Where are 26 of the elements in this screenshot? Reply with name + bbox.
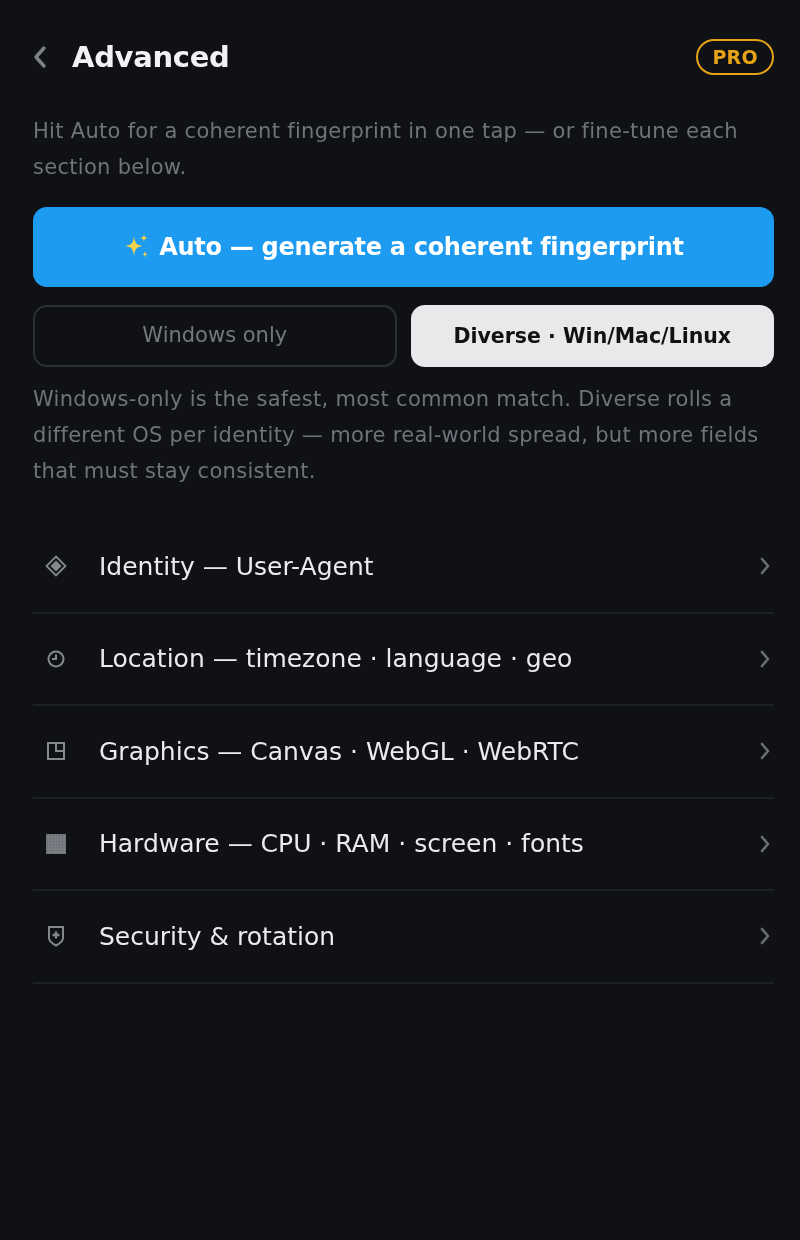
section-label: Location — timezone · language · geo	[99, 643, 574, 675]
chevron-right-icon	[760, 557, 770, 576]
section-label: Security & rotation	[99, 920, 337, 953]
window-icon	[45, 740, 67, 763]
chevron-right-icon	[760, 649, 770, 668]
chevron-right-icon	[760, 927, 770, 946]
chevron-right-icon	[760, 742, 770, 761]
back-icon[interactable]	[33, 45, 47, 69]
pro-badge: PRO	[696, 39, 774, 75]
diamond-icon	[45, 555, 67, 578]
shield-plus-icon	[45, 925, 67, 948]
section-row[interactable]: Hardware — CPU · RAM · screen · fonts	[33, 798, 774, 891]
section-row[interactable]: Graphics — Canvas · WebGL · WebRTC	[33, 706, 774, 799]
section-row[interactable]: Identity — User-Agent	[33, 521, 774, 614]
intro-text: Hit Auto for a coherent fingerprint in one tap — or fine-tune each section below.	[33, 118, 739, 181]
grid-icon	[45, 832, 67, 855]
section-row[interactable]: Security & rotation	[33, 891, 774, 984]
page-title: Advanced	[72, 39, 230, 76]
os-mode-note: Windows-only is the safest, most common match. Diverse rolls a different OS per identity — more real-world spread, but more fields that must stay consistent.	[33, 386, 760, 485]
os-mode-toggle[interactable]: Diverse · Win/Mac/Linux	[410, 305, 774, 367]
section-label: Graphics — Canvas · WebGL · WebRTC	[99, 735, 580, 768]
section-label: Identity — User-Agent	[99, 550, 375, 583]
section-row[interactable]: Location — timezone · language · geo	[33, 613, 774, 706]
os-mode-toggle[interactable]: Windows only	[33, 305, 397, 367]
chevron-right-icon	[760, 834, 770, 853]
section-label: Hardware — CPU · RAM · screen · fonts	[99, 828, 585, 860]
